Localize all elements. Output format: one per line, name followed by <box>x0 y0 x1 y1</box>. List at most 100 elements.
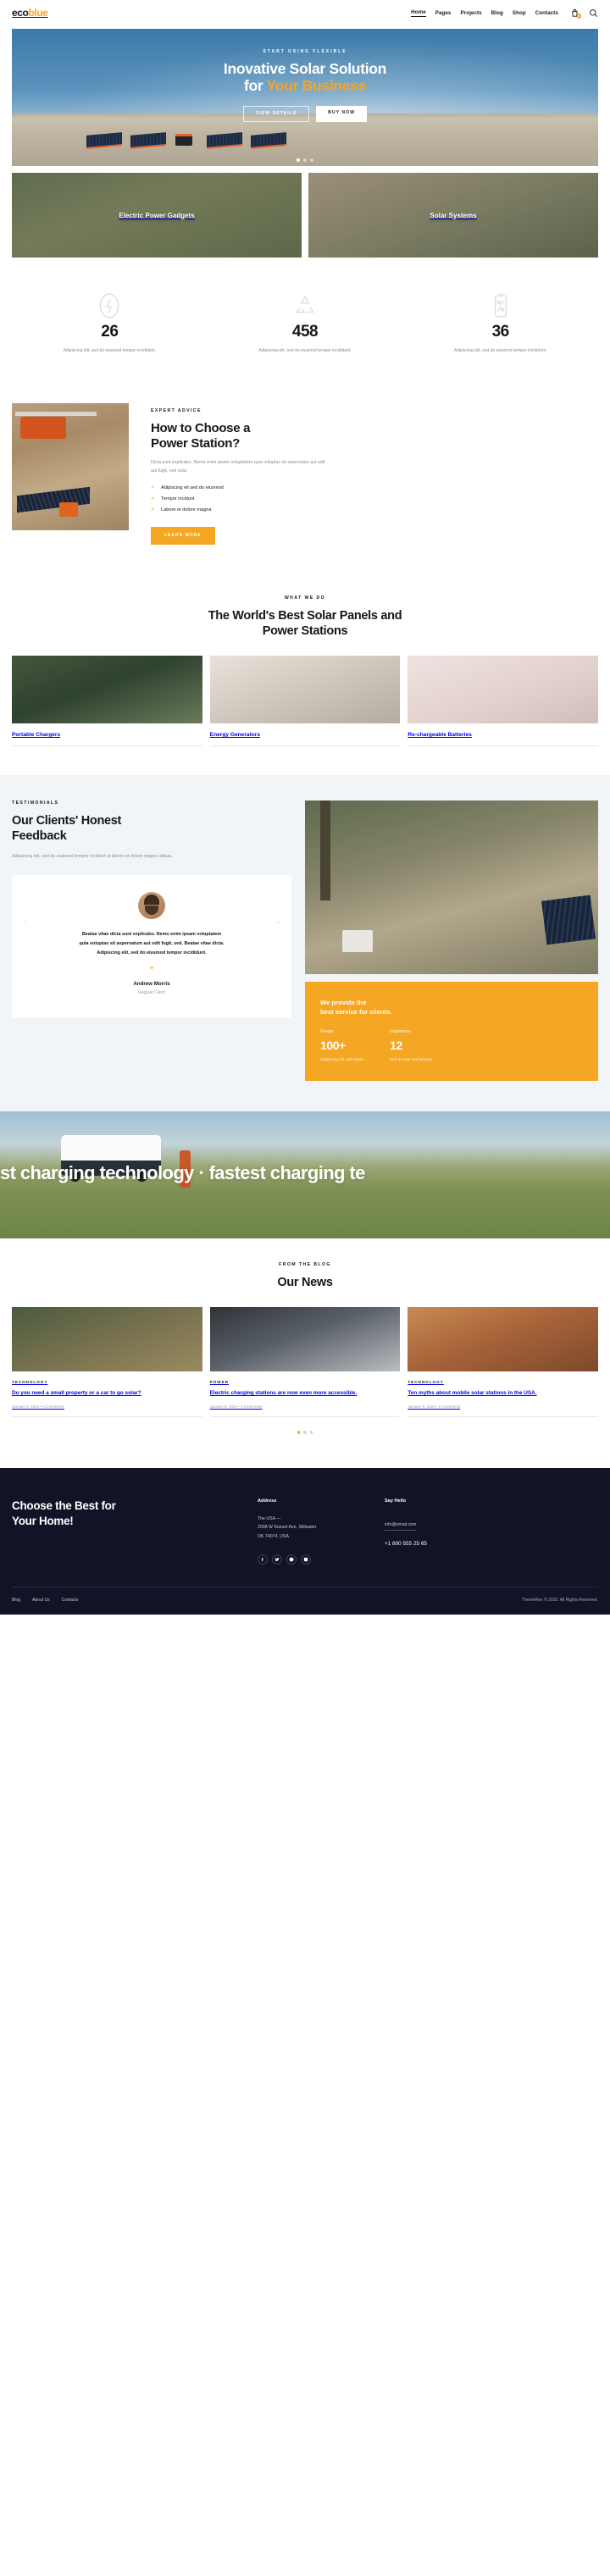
footer-bottom-bar: Blog About Us Contacts ThemeRex © 2023. … <box>12 1587 598 1615</box>
main-navigation: Home Pages Projects Blog Shop Contacts <box>411 9 558 17</box>
blog-post-title: Ten myths about mobile solar stations in… <box>408 1390 537 1397</box>
footer-contact-column: Say Hello info@email.com +1 800 555 25 6… <box>385 1499 512 1565</box>
promo-stat-experience: Experience 12 Sed do eius mod tempor. <box>390 1029 433 1062</box>
testimonials-section: TESTIMONIALS Our Clients' Honest Feedbac… <box>0 774 610 1112</box>
advice-description: Dicta sunt explicabo. Nemo enim ipsam vo… <box>151 459 325 474</box>
blog-post-card[interactable]: TECHNOLOGY Do you need a small property … <box>12 1307 202 1418</box>
promo-stat-number: 100+ <box>320 1038 346 1052</box>
nav-item-projects[interactable]: Projects <box>460 10 481 16</box>
facebook-icon[interactable] <box>258 1554 268 1565</box>
footer-nav-about-us[interactable]: About Us <box>32 1598 50 1603</box>
shopping-bag-icon[interactable]: 0 <box>570 8 581 19</box>
blog-post-card[interactable]: TECHNOLOGY Ten myths about mobile solar … <box>408 1307 599 1418</box>
promo-heading-line-2: best service for clients. <box>320 1007 392 1016</box>
battery-percent-icon <box>402 291 598 320</box>
footer-nav-contacts[interactable]: Contacts <box>62 1598 79 1603</box>
instagram-icon[interactable] <box>301 1554 311 1565</box>
blog-post-card[interactable]: POWER Electric charging stations are now… <box>209 1307 401 1418</box>
blog-slider-dots <box>12 1431 598 1434</box>
blog-title: Our News <box>277 1276 333 1290</box>
list-item: ✓ Tempor incidunt <box>151 496 598 501</box>
nav-item-pages[interactable]: Pages <box>435 10 452 16</box>
advice-image <box>12 402 129 530</box>
twitter-icon[interactable] <box>272 1554 282 1565</box>
blog-eyebrow: FROM THE BLOG <box>279 1262 331 1268</box>
arrow-left-icon[interactable]: ← <box>22 919 28 925</box>
services-title-line-1: The World's Best Solar Panels and <box>208 608 402 623</box>
search-icon[interactable] <box>589 8 598 18</box>
services-title: The World's Best Solar Panels and Power … <box>12 608 598 639</box>
hero-content: START USING FLEXIBLE Inovative Solar Sol… <box>12 49 598 122</box>
hero-slider: START USING FLEXIBLE Inovative Solar Sol… <box>12 29 598 166</box>
testimonials-subtitle: Adipiscing elit, sed do euismod tempor i… <box>12 854 173 860</box>
blog-post-meta: January 9, 2023 • 0 Comments <box>408 1404 599 1418</box>
testimonial-author: Andrew Morris <box>133 980 170 987</box>
list-item: ✓ Adipiscing eli sed do eiusmod <box>151 485 598 490</box>
buy-now-button[interactable]: BUY NOW <box>316 105 368 122</box>
testimonial-card: ← → Beatae vitae dicta sunt explicabo. N… <box>12 875 291 1017</box>
blog-post-meta: January 9, 2023 • 0 Comments <box>12 1404 202 1418</box>
footer-email-link[interactable]: info@email.com <box>385 1522 417 1531</box>
footer-address-line-3: OK 74074, USA <box>258 1533 289 1539</box>
footer-phone[interactable]: +1 800 555 25 65 <box>385 1541 512 1547</box>
hero-dot-2[interactable] <box>303 158 307 162</box>
site-logo[interactable]: ecoblue <box>12 7 48 19</box>
header-icons: 0 <box>570 8 598 19</box>
service-name: Energy Generators <box>209 732 401 746</box>
hero-dot-3[interactable] <box>310 158 313 162</box>
category-label: Electric Power Gadgets <box>119 211 195 219</box>
marquee-text: st charging technology · fastest chargin… <box>0 1162 365 1184</box>
blog-post-category: POWER <box>209 1380 230 1385</box>
arrow-right-icon[interactable]: → <box>275 919 281 925</box>
testimonials-title-line-1: Our Clients' Honest <box>12 813 122 828</box>
advice-bullet-list: ✓ Adipiscing eli sed do eiusmod ✓ Tempor… <box>151 485 598 512</box>
category-label: Solar Systems <box>430 211 477 219</box>
nav-item-shop[interactable]: Shop <box>513 10 526 16</box>
promo-heading-line-1: We provide the <box>320 998 367 1006</box>
hero-dot-1[interactable] <box>297 158 300 162</box>
stat-number: 26 <box>101 323 119 341</box>
service-card-portable-chargers[interactable]: Portable Chargers <box>12 655 202 746</box>
service-card-energy-generators[interactable]: Energy Generators <box>209 655 401 746</box>
hero-slider-dots <box>12 158 598 162</box>
quote-line-3: Adipiscing elit, sed do eiusmod tempor i… <box>97 950 207 956</box>
page-root: ecoblue Home Pages Projects Blog Shop Co… <box>0 0 610 1615</box>
list-item: ✓ Labore et dolore magna <box>151 507 598 512</box>
nav-item-contacts[interactable]: Contacts <box>535 10 558 16</box>
view-details-button[interactable]: VIEW DETAILS <box>242 105 310 122</box>
hero-title-line-2-plain: for <box>243 77 267 95</box>
quote-line-2: quia voluptas sit aspernatum aut odit fu… <box>79 941 225 947</box>
social-links <box>258 1554 385 1565</box>
services-grid: Portable Chargers Energy Generators Re-c… <box>12 655 599 746</box>
blog-dot-2[interactable] <box>303 1431 307 1434</box>
stat-item: 458 Adipiscing elit, sed do eiusmod temp… <box>208 291 403 356</box>
learn-more-button[interactable]: LEARN MORE <box>151 526 215 545</box>
blog-grid: TECHNOLOGY Do you need a small property … <box>12 1307 599 1418</box>
footer-contact-title: Say Hello <box>385 1498 407 1504</box>
recycle-icon <box>208 291 403 320</box>
category-card-electric-power-gadgets[interactable]: Electric Power Gadgets <box>12 173 302 258</box>
category-card-solar-systems[interactable]: Solar Systems <box>308 173 598 258</box>
check-icon: ✓ <box>151 496 156 501</box>
footer-nav-blog[interactable]: Blog <box>12 1598 20 1603</box>
hero-title-line-2-accent: Your Business <box>266 77 367 95</box>
stat-description: Adipiscing elit, sed do eiusmod tempor i… <box>63 348 157 353</box>
bullet-label: Adipiscing eli sed do eiusmod <box>161 485 224 490</box>
blog-post-category: TECHNOLOGY <box>12 1380 48 1385</box>
blog-dot-3[interactable] <box>309 1431 313 1434</box>
service-card-rechargeable-batteries[interactable]: Re-chargeable Batteries <box>408 655 599 746</box>
blog-dot-1[interactable] <box>297 1431 301 1434</box>
hero-eyebrow: START USING FLEXIBLE <box>263 49 347 54</box>
site-header: ecoblue Home Pages Projects Blog Shop Co… <box>0 0 610 25</box>
advice-content: EXPERT ADVICE How to Choose a Power Stat… <box>151 403 598 545</box>
nav-item-blog[interactable]: Blog <box>491 10 503 16</box>
footer-address-line-1: The USA — <box>258 1515 281 1521</box>
check-icon: ✓ <box>151 507 156 512</box>
nav-item-home[interactable]: Home <box>411 9 426 17</box>
dribbble-icon[interactable] <box>286 1554 297 1565</box>
promo-stat-text: Adipiscing elit, sed totam. <box>320 1056 365 1061</box>
category-banners: Electric Power Gadgets Solar Systems <box>12 173 598 258</box>
services-title-line-2: Power Stations <box>262 623 348 638</box>
footer-columns: Choose the Best for Your Home! Address T… <box>12 1499 598 1565</box>
expert-advice-section: EXPERT ADVICE How to Choose a Power Stat… <box>0 385 610 573</box>
